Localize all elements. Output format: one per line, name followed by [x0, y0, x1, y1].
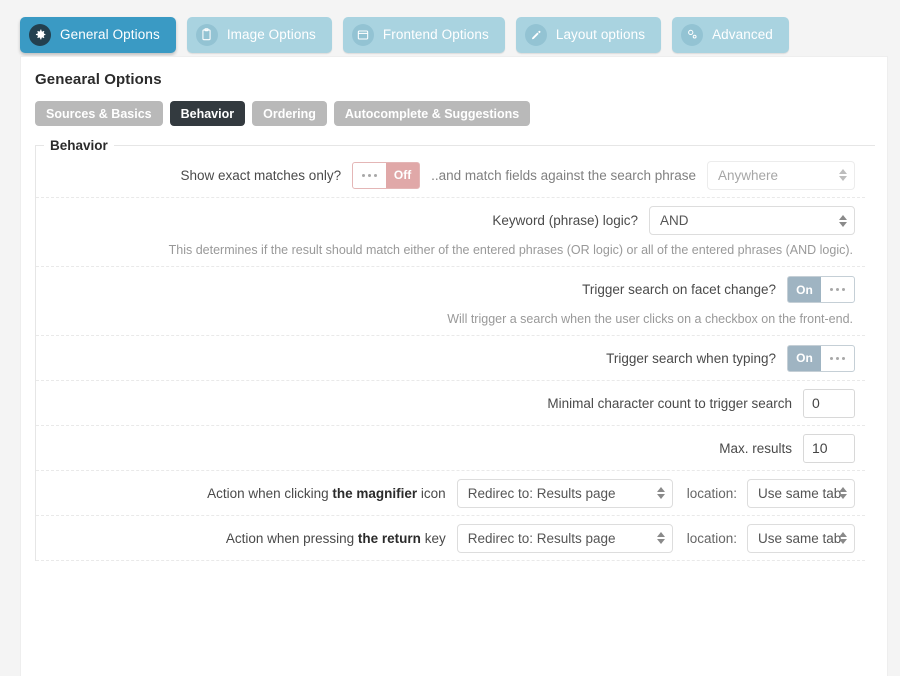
return-key-action-select-value: Redirec to: Results page [468, 531, 616, 546]
magnifier-location-select-value: Use same tab [758, 486, 841, 501]
return-key-action-select[interactable]: Redirec to: Results page [457, 524, 673, 553]
row-trigger-facet-change: Trigger search on facet change? On [36, 267, 865, 312]
sub-tab-bar: Sources & Basics Behavior Ordering Autoc… [21, 88, 887, 126]
magnifier-action-select[interactable]: Redirec to: Results page [457, 479, 673, 508]
tab-layout-options[interactable]: Layout options [516, 17, 661, 53]
toggle-handle [821, 346, 854, 371]
return-key-action-label-bold: the return [358, 531, 421, 546]
row-show-exact-matches: Show exact matches only? Off ..and match… [36, 153, 865, 198]
gears-icon [681, 24, 703, 46]
image-icon [196, 24, 218, 46]
match-fields-label: ..and match fields against the search ph… [431, 168, 696, 183]
tab-advanced[interactable]: Advanced [672, 17, 789, 53]
chevron-updown-icon [839, 169, 847, 181]
toggle-handle [821, 277, 854, 302]
trigger-when-typing-toggle[interactable]: On [787, 345, 855, 372]
subtab-autocomplete-suggestions[interactable]: Autocomplete & Suggestions [334, 101, 530, 126]
row-keyword-logic: Keyword (phrase) logic? AND [36, 198, 865, 243]
page-root: General Options Image Options Frontend O… [0, 0, 900, 676]
chevron-updown-icon [839, 532, 847, 544]
trigger-facet-change-hint: Will trigger a search when the user clic… [36, 312, 865, 336]
row-return-key-action: Action when pressing the return key Redi… [36, 516, 865, 561]
toggle-state-label: Off [386, 163, 419, 188]
tab-general-options[interactable]: General Options [20, 17, 176, 53]
return-key-location-select-value: Use same tab [758, 531, 841, 546]
keyword-logic-label: Keyword (phrase) logic? [492, 213, 638, 228]
gear-icon [29, 24, 51, 46]
magnifier-action-label-pre: Action when clicking [207, 486, 332, 501]
options-panel: Genearal Options Sources & Basics Behavi… [20, 56, 888, 676]
max-results-label: Max. results [719, 441, 792, 456]
subtab-sources-basics[interactable]: Sources & Basics [35, 101, 163, 126]
trigger-facet-change-label: Trigger search on facet change? [582, 282, 776, 297]
match-fields-select[interactable]: Anywhere [707, 161, 855, 190]
minimal-character-count-label: Minimal character count to trigger searc… [547, 396, 792, 411]
show-exact-matches-toggle[interactable]: Off [352, 162, 420, 189]
tab-image-options[interactable]: Image Options [187, 17, 332, 53]
chevron-updown-icon [657, 487, 665, 499]
row-minimal-character-count: Minimal character count to trigger searc… [36, 381, 865, 426]
magnifier-action-label: Action when clicking the magnifier icon [207, 486, 446, 501]
tab-label: Advanced [712, 27, 773, 42]
subtab-behavior[interactable]: Behavior [170, 101, 246, 126]
row-max-results: Max. results [36, 426, 865, 471]
keyword-logic-select-value: AND [660, 213, 689, 228]
return-key-location-label: location: [687, 531, 737, 546]
toggle-handle [353, 163, 386, 188]
pencil-icon [525, 24, 547, 46]
magnifier-location-label: location: [687, 486, 737, 501]
row-trigger-when-typing: Trigger search when typing? On [36, 336, 865, 381]
trigger-facet-change-toggle[interactable]: On [787, 276, 855, 303]
return-key-action-label-post: key [421, 531, 446, 546]
chevron-updown-icon [839, 215, 847, 227]
chevron-updown-icon [839, 487, 847, 499]
tab-label: Image Options [227, 27, 316, 42]
behavior-legend: Behavior [44, 138, 114, 153]
tab-label: Layout options [556, 27, 645, 42]
tab-label: General Options [60, 27, 160, 42]
keyword-logic-hint: This determines if the result should mat… [36, 243, 865, 267]
toggle-state-label: On [788, 346, 821, 371]
subtab-ordering[interactable]: Ordering [252, 101, 327, 126]
show-exact-matches-label: Show exact matches only? [181, 168, 342, 183]
keyword-logic-select[interactable]: AND [649, 206, 855, 235]
magnifier-location-select[interactable]: Use same tab [747, 479, 855, 508]
return-key-action-label-pre: Action when pressing [226, 531, 358, 546]
minimal-character-count-input[interactable] [803, 389, 855, 418]
magnifier-action-select-value: Redirec to: Results page [468, 486, 616, 501]
toggle-state-label: On [788, 277, 821, 302]
return-key-location-select[interactable]: Use same tab [747, 524, 855, 553]
magnifier-action-label-bold: the magnifier [332, 486, 417, 501]
tab-frontend-options[interactable]: Frontend Options [343, 17, 505, 53]
primary-tab-bar: General Options Image Options Frontend O… [0, 0, 900, 52]
row-magnifier-action: Action when clicking the magnifier icon … [36, 471, 865, 516]
chevron-updown-icon [657, 532, 665, 544]
magnifier-action-label-post: icon [417, 486, 446, 501]
window-icon [352, 24, 374, 46]
match-fields-select-value: Anywhere [718, 168, 778, 183]
return-key-action-label: Action when pressing the return key [226, 531, 446, 546]
tab-label: Frontend Options [383, 27, 489, 42]
behavior-fieldset: Behavior Show exact matches only? Off ..… [35, 138, 875, 561]
max-results-input[interactable] [803, 434, 855, 463]
trigger-when-typing-label: Trigger search when typing? [606, 351, 776, 366]
page-title: Genearal Options [21, 57, 887, 88]
